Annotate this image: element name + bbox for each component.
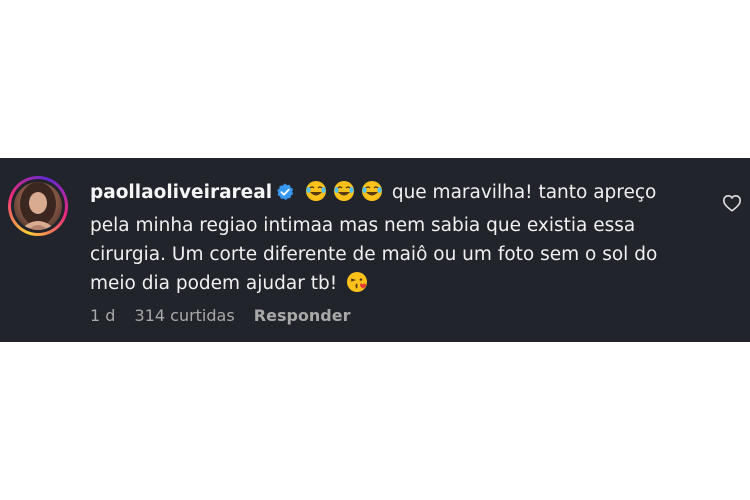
avatar-portrait-icon <box>20 182 56 230</box>
heart-outline-icon[interactable] <box>722 194 742 216</box>
reply-button[interactable]: Responder <box>254 306 351 325</box>
username[interactable]: paollaoliveirareal <box>90 182 272 203</box>
avatar-frame <box>11 179 65 233</box>
story-ring[interactable] <box>8 176 68 236</box>
verified-badge-icon <box>276 181 294 210</box>
face-blowing-a-kiss-icon <box>346 271 368 302</box>
avatar[interactable] <box>14 182 62 230</box>
comment-body: paollaoliveirareal que maravilha! tanto … <box>90 178 700 302</box>
comment-card: paollaoliveirareal que maravilha! tanto … <box>0 158 750 342</box>
comment-meta: 1 d 314 curtidas Responder <box>90 306 365 325</box>
comment-time[interactable]: 1 d <box>90 306 115 325</box>
face-with-tears-of-joy-icon <box>361 180 383 211</box>
face-with-tears-of-joy-icon <box>305 180 327 211</box>
like-count[interactable]: 314 curtidas <box>135 306 235 325</box>
face-with-tears-of-joy-icon <box>333 180 355 211</box>
